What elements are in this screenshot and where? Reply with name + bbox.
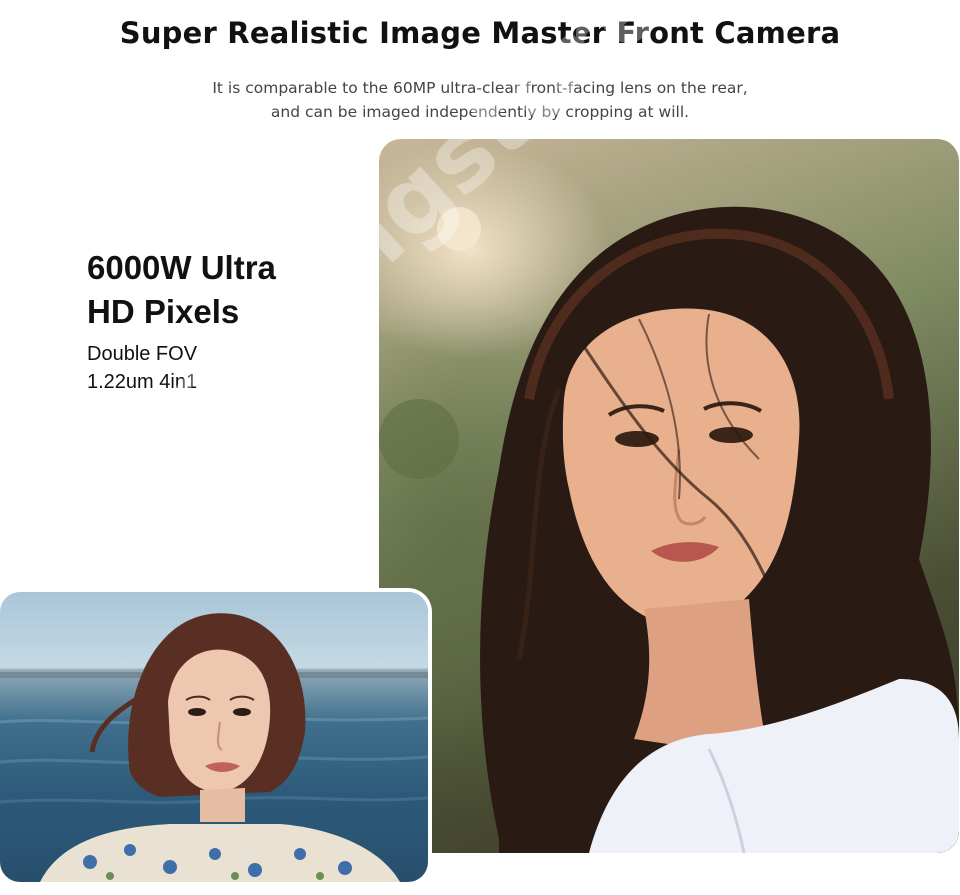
portrait-photo-small	[0, 592, 428, 882]
feature-specs: Double FOV 1.22um 4in1	[87, 340, 197, 396]
subtitle-line-1: It is comparable to the 60MP ultra-clear…	[212, 79, 748, 97]
feature-spec-fov: Double FOV	[87, 343, 198, 365]
page-subtitle: It is comparable to the 60MP ultra-clear…	[0, 76, 960, 124]
portrait-photo-large	[379, 139, 959, 853]
feature-heading-line-2: HD Pixels	[87, 293, 240, 330]
seaside-portrait-photo-icon	[0, 613, 428, 882]
portrait-photo-icon	[379, 206, 959, 853]
page-title: Super Realistic Image Master Front Camer…	[119, 16, 841, 50]
feature-heading-line-1: 6000W Ultra	[87, 249, 276, 286]
feature-spec-pixel: 1.22um 4in1	[87, 371, 198, 393]
feature-heading: 6000W Ultra HD Pixels	[87, 246, 276, 334]
subtitle-line-2: and can be imaged independently by cropp…	[270, 103, 690, 121]
